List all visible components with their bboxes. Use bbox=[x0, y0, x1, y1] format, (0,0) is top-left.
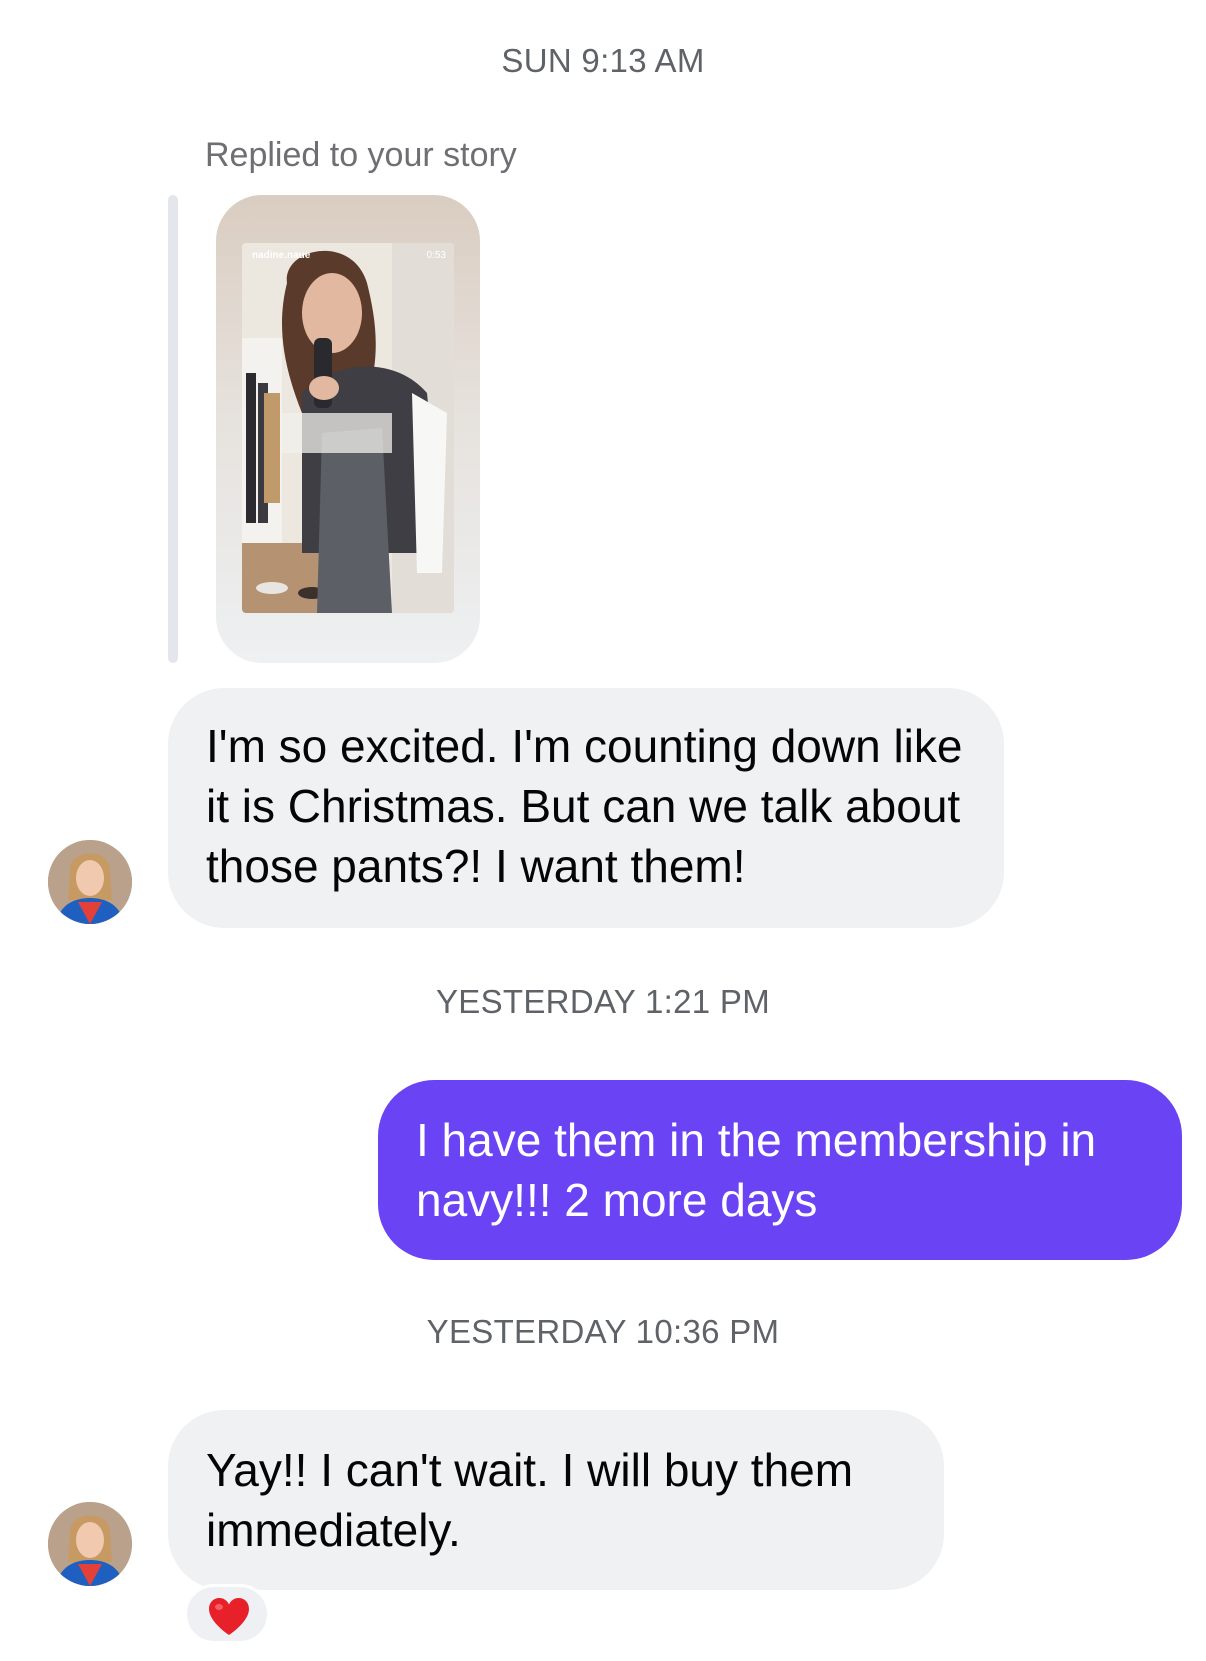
reaction-badge[interactable] bbox=[184, 1584, 270, 1644]
story-thumbnail[interactable]: nadine.naue 0:53 bbox=[242, 243, 454, 613]
timestamp-sun: SUN 9:13 AM bbox=[501, 42, 705, 79]
incoming-message-bubble[interactable]: Yay!! I can't wait. I will buy them imme… bbox=[168, 1410, 944, 1590]
incoming-message-bubble[interactable]: I'm so excited. I'm counting down like i… bbox=[168, 688, 1004, 928]
user-avatar-icon[interactable] bbox=[48, 1502, 132, 1586]
timestamp-yesterday-1: YESTERDAY 1:21 PM bbox=[435, 983, 770, 1020]
story-reply-label: Replied to your story bbox=[205, 136, 517, 174]
story-username: nadine.naue bbox=[252, 250, 311, 261]
user-avatar-icon[interactable] bbox=[48, 840, 132, 924]
timestamp-yesterday-2: YESTERDAY 10:36 PM bbox=[426, 1313, 780, 1350]
heart-reaction-icon bbox=[209, 1598, 249, 1635]
story-image bbox=[242, 243, 454, 613]
reply-indicator-bar bbox=[168, 195, 178, 663]
story-preview[interactable]: nadine.naue 0:53 bbox=[216, 195, 480, 663]
story-duration: 0:53 bbox=[426, 250, 446, 261]
outgoing-message-bubble[interactable]: I have them in the membership in navy!!!… bbox=[378, 1080, 1182, 1260]
